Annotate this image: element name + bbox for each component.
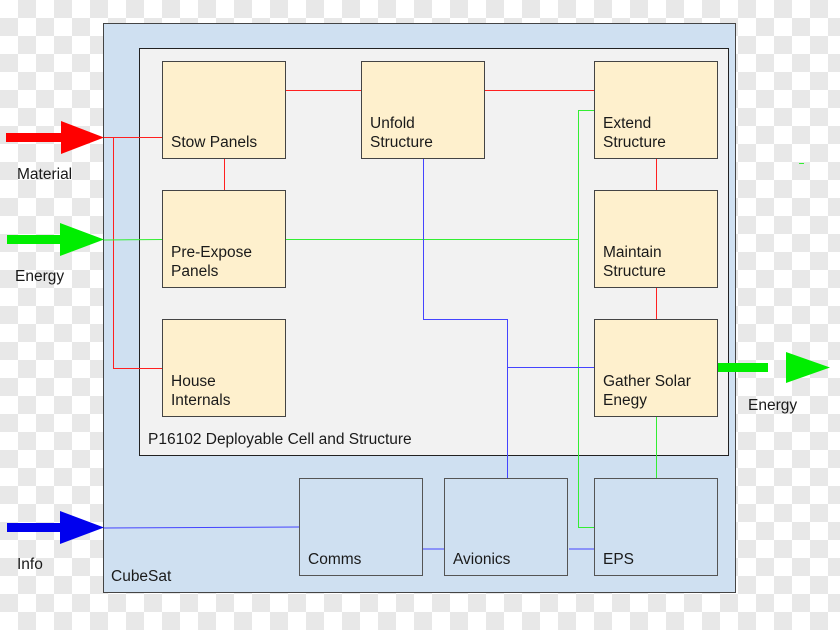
function-label: House Internals	[171, 373, 231, 409]
function-unfold-structure[interactable]: Unfold Structure	[361, 61, 485, 159]
input-label-energy: Energy	[15, 268, 65, 285]
function-label: Pre-Expose Panels	[171, 244, 252, 280]
function-label: Extend Structure	[603, 115, 666, 151]
output-label-energy: Energy	[748, 397, 798, 414]
function-extend-structure[interactable]: Extend Structure	[594, 61, 718, 159]
energy-input-arrow	[7, 223, 104, 256]
info-input-arrow	[7, 511, 104, 544]
subsystem-comms[interactable]: Comms	[299, 478, 423, 576]
payload-label: P16102 Deployable Cell and Structure	[148, 431, 412, 448]
input-label-material: Material	[17, 166, 73, 183]
input-label-info: Info	[17, 556, 43, 573]
function-house-internals[interactable]: House Internals	[162, 319, 286, 417]
subsystem-label: Comms	[308, 551, 362, 568]
function-pre-expose-panels[interactable]: Pre-Expose Panels	[162, 190, 286, 288]
function-label: Stow Panels	[171, 134, 258, 151]
function-stow-panels[interactable]: Stow Panels	[162, 61, 286, 159]
function-maintain-structure[interactable]: Maintain Structure	[594, 190, 718, 288]
function-label: Unfold Structure	[370, 115, 433, 151]
material-input-arrow	[6, 121, 104, 154]
subsystem-eps[interactable]: EPS	[594, 478, 718, 576]
function-label: Maintain Structure	[603, 244, 666, 280]
subsystem-label: Avionics	[453, 551, 511, 568]
cubesat-label: CubeSat	[111, 568, 172, 585]
subsystem-label: EPS	[603, 551, 635, 568]
function-label: Gather Solar Enegy	[603, 373, 691, 409]
subsystem-avionics[interactable]: Avionics	[444, 478, 568, 576]
function-gather-solar-energy[interactable]: Gather Solar Enegy	[594, 319, 718, 417]
